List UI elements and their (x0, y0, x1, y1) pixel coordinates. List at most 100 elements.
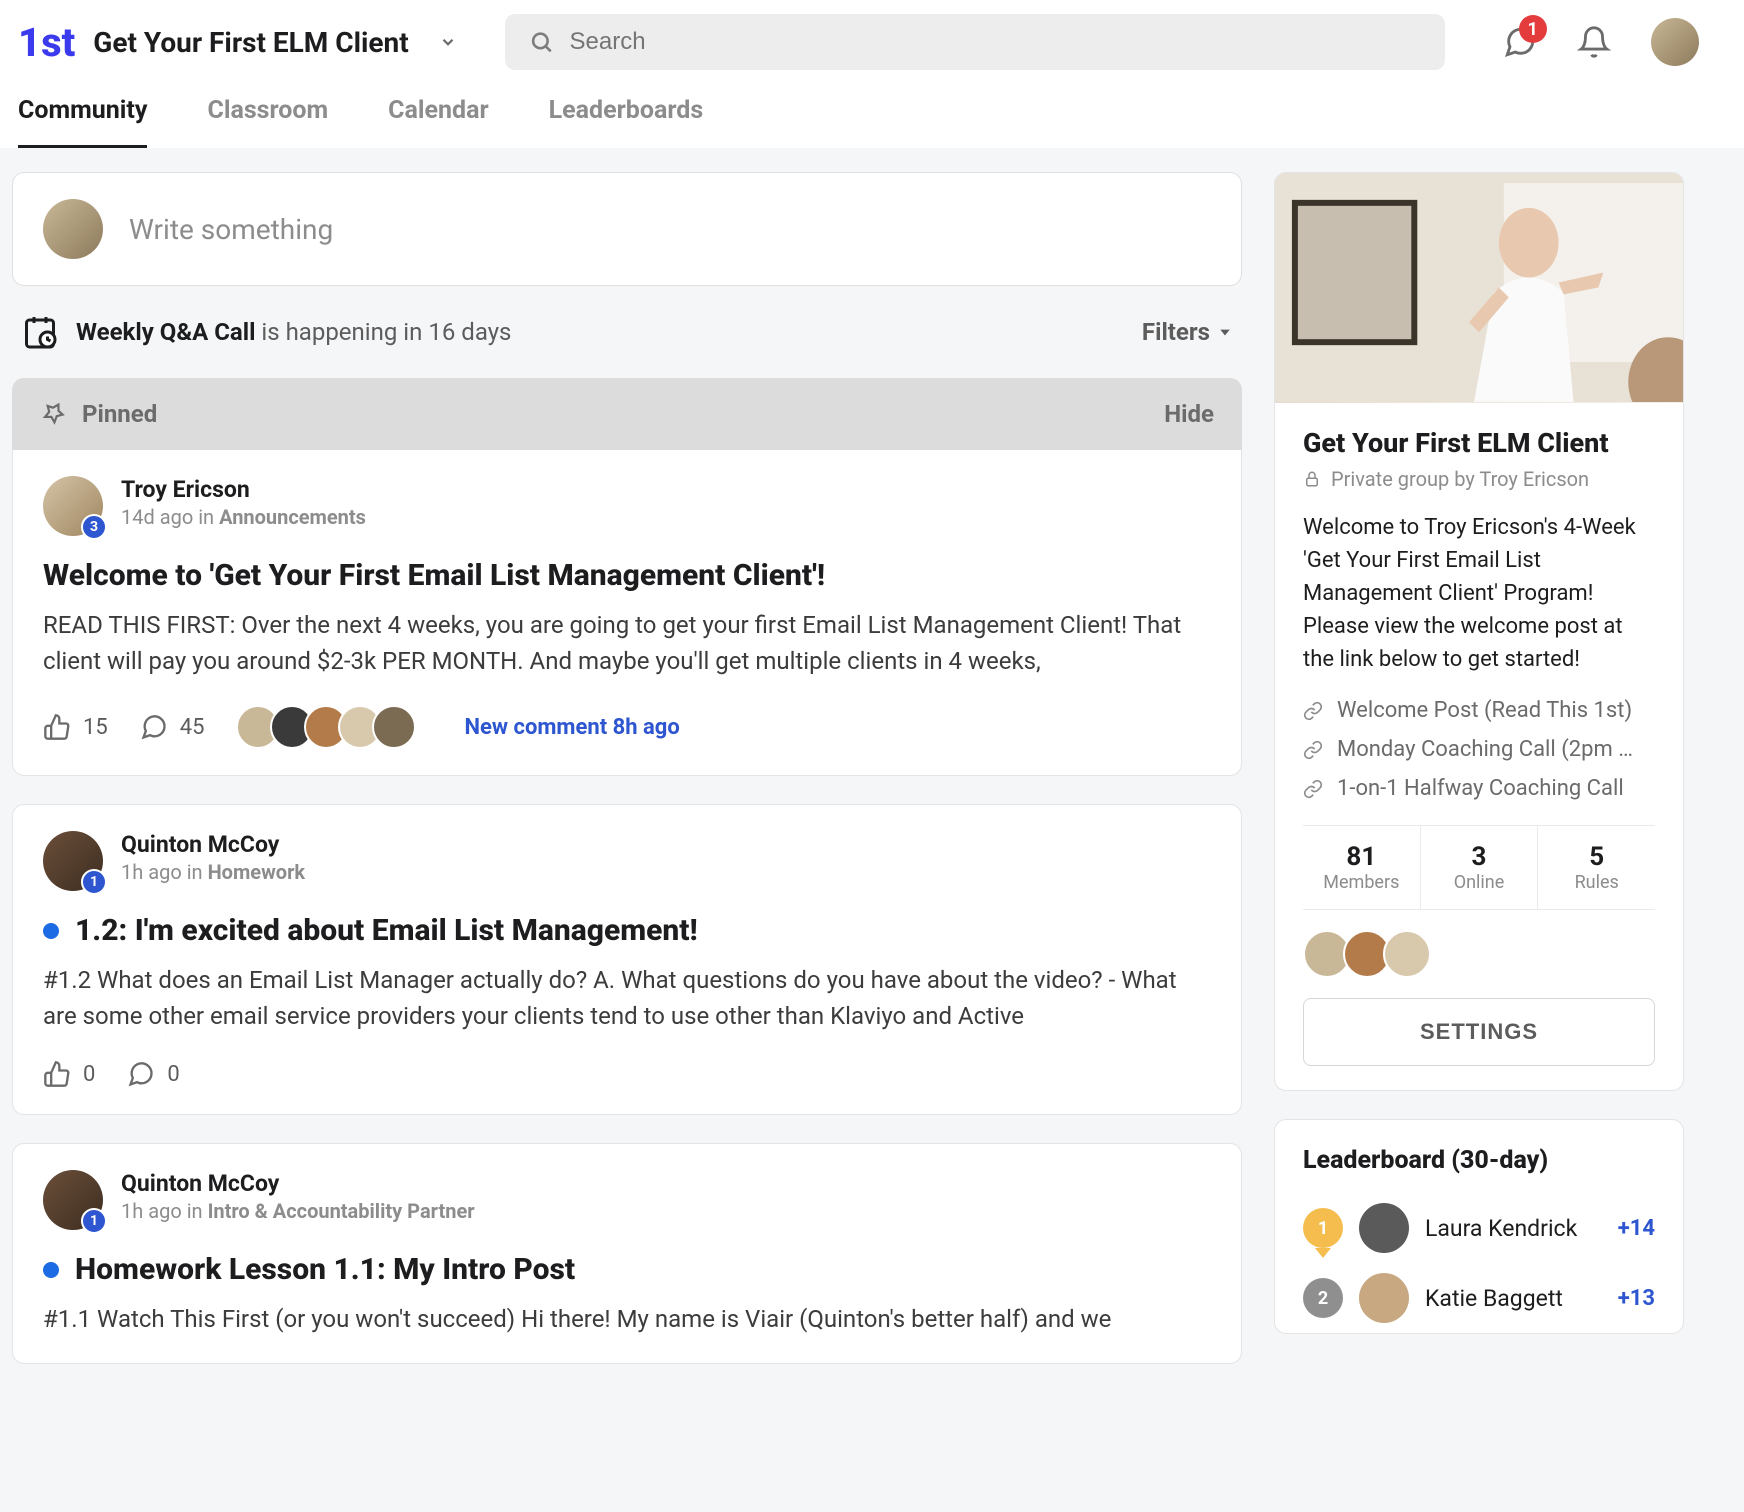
post-card[interactable]: 1 Quinton McCoy1h ago in Homework 1.2: I'm… (12, 804, 1242, 1115)
post-author[interactable]: Quinton McCoy (121, 831, 305, 858)
filters-label: Filters (1142, 318, 1210, 346)
post-category[interactable]: Homework (208, 860, 306, 884)
hide-pinned-button[interactable]: Hide (1164, 400, 1214, 428)
post-category[interactable]: Intro & Accountability Partner (208, 1199, 475, 1223)
bell-icon (1577, 25, 1611, 59)
pin-icon (40, 401, 66, 427)
comment-count: 45 (180, 715, 205, 740)
link-icon (1303, 740, 1323, 760)
post-category[interactable]: Announcements (219, 505, 366, 529)
group-links: Welcome Post (Read This 1st) Monday Coac… (1303, 698, 1655, 801)
leaderboard-row[interactable]: 1 Laura Kendrick +14 (1275, 1193, 1683, 1263)
group-hero-image (1275, 173, 1683, 403)
post-head: 3 Troy Ericson14d ago in Announcements (43, 476, 1211, 536)
logo[interactable]: 1st (18, 19, 75, 66)
medal-gold-icon: 1 (1303, 1208, 1343, 1248)
post-card[interactable]: 1Quinton McCoy1h ago in Intro & Accounta… (12, 1143, 1242, 1364)
new-comment-link[interactable]: New comment 8h ago (464, 715, 679, 740)
post-footer: 15 45 New comment 8h ago (43, 705, 1211, 749)
group-link[interactable]: Monday Coaching Call (2pm … (1303, 737, 1655, 762)
lb-score: +13 (1618, 1286, 1655, 1311)
stat-rules[interactable]: 5 Rules (1538, 826, 1655, 909)
post-time: 1h ago in Homework (121, 860, 305, 884)
group-name: Get Your First ELM Client (93, 26, 408, 59)
lb-avatar (1359, 1203, 1409, 1253)
commenters-avatars[interactable] (236, 705, 416, 749)
link-text: Monday Coaching Call (2pm … (1337, 737, 1633, 762)
post-body: #1.1 Watch This First (or you won't succ… (43, 1301, 1211, 1337)
comment-count: 0 (167, 1062, 179, 1087)
group-info-card: Get Your First ELM Client Private group … (1274, 172, 1684, 1091)
post-avatar[interactable]: 1 (43, 1170, 103, 1230)
lb-name: Laura Kendrick (1425, 1215, 1602, 1242)
tab-leaderboards[interactable]: Leaderboards (549, 96, 704, 148)
post-title[interactable]: 1.2: I'm excited about Email List Manage… (43, 913, 1211, 948)
event-bar: Weekly Q&A Call is happening in 16 days … (12, 286, 1242, 378)
post-body: #1.2 What does an Email List Manager act… (43, 962, 1211, 1034)
private-label: Private group by Troy Ericson (1331, 467, 1589, 491)
header-top-row: 1st Get Your First ELM Client 1 (18, 12, 1726, 72)
group-dropdown[interactable]: Get Your First ELM Client (93, 26, 456, 59)
members-avatars[interactable] (1303, 910, 1655, 998)
post-author[interactable]: Quinton McCoy (121, 1170, 475, 1197)
link-icon (1303, 701, 1323, 721)
tab-calendar[interactable]: Calendar (388, 96, 488, 148)
chat-button[interactable]: 1 (1503, 25, 1537, 59)
post-card[interactable]: 3 Troy Ericson14d ago in Announcements Wel… (12, 450, 1242, 776)
post-author[interactable]: Troy Ericson (121, 476, 366, 503)
thumbs-up-icon (43, 713, 71, 741)
post-head: 1Quinton McCoy1h ago in Intro & Accounta… (43, 1170, 1211, 1230)
feed-column: Write something Weekly Q&A Call is happe… (12, 172, 1242, 1392)
tab-classroom[interactable]: Classroom (207, 96, 328, 148)
lb-score: +14 (1618, 1216, 1655, 1241)
search-wrap (505, 14, 1445, 70)
comment-button[interactable]: 0 (127, 1060, 179, 1088)
caret-down-icon (1218, 325, 1232, 339)
tab-community[interactable]: Community (18, 96, 147, 148)
user-avatar[interactable] (1651, 18, 1699, 66)
leaderboard-title: Leaderboard (30-day) (1275, 1120, 1683, 1193)
stat-online[interactable]: 3 Online (1421, 826, 1539, 909)
chat-badge: 1 (1519, 15, 1547, 43)
filters-button[interactable]: Filters (1142, 318, 1232, 346)
comment-icon (140, 713, 168, 741)
search-box[interactable] (505, 14, 1445, 70)
post-avatar[interactable]: 3 (43, 476, 103, 536)
link-icon (1303, 779, 1323, 799)
private-row: Private group by Troy Ericson (1303, 467, 1655, 491)
group-link[interactable]: Welcome Post (Read This 1st) (1303, 698, 1655, 723)
commenter-avatar (372, 705, 416, 749)
post-title[interactable]: Welcome to 'Get Your First Email List Ma… (43, 558, 1211, 593)
like-button[interactable]: 15 (43, 713, 108, 741)
group-description: Welcome to Troy Ericson's 4-Week 'Get Yo… (1303, 511, 1655, 676)
comment-button[interactable]: 45 (140, 713, 205, 741)
post-footer: 00 (43, 1060, 1211, 1088)
compose-box[interactable]: Write something (12, 172, 1242, 286)
lb-name: Katie Baggett (1425, 1285, 1602, 1312)
event-info[interactable]: Weekly Q&A Call is happening in 16 days (22, 314, 511, 350)
post-title[interactable]: Homework Lesson 1.1: My Intro Post (43, 1252, 1211, 1287)
pinned-header: Pinned Hide (12, 378, 1242, 450)
compose-avatar (43, 199, 103, 259)
post-avatar[interactable]: 1 (43, 831, 103, 891)
settings-button[interactable]: SETTINGS (1303, 998, 1655, 1066)
like-count: 15 (83, 715, 108, 740)
group-link[interactable]: 1-on-1 Halfway Coaching Call (1303, 776, 1655, 801)
link-text: 1-on-1 Halfway Coaching Call (1337, 776, 1624, 801)
search-input[interactable] (570, 28, 1421, 56)
stat-members[interactable]: 81 Members (1303, 826, 1421, 909)
event-suffix: is happening in 16 days (261, 318, 511, 346)
leaderboard-row[interactable]: 2 Katie Baggett +13 (1275, 1263, 1683, 1333)
event-title: Weekly Q&A Call (76, 318, 255, 346)
main-layout: Write something Weekly Q&A Call is happe… (0, 148, 1744, 1416)
notification-button[interactable] (1577, 25, 1611, 59)
level-badge: 1 (81, 1208, 107, 1234)
level-badge: 3 (81, 514, 107, 540)
leaderboard-card: Leaderboard (30-day) 1 Laura Kendrick +1… (1274, 1119, 1684, 1334)
post-time: 14d ago in Announcements (121, 505, 366, 529)
calendar-clock-icon (22, 314, 58, 350)
lb-avatar (1359, 1273, 1409, 1323)
posts-container: 3 Troy Ericson14d ago in Announcements Wel… (12, 450, 1242, 1364)
post-head: 1 Quinton McCoy1h ago in Homework (43, 831, 1211, 891)
like-button[interactable]: 0 (43, 1060, 95, 1088)
